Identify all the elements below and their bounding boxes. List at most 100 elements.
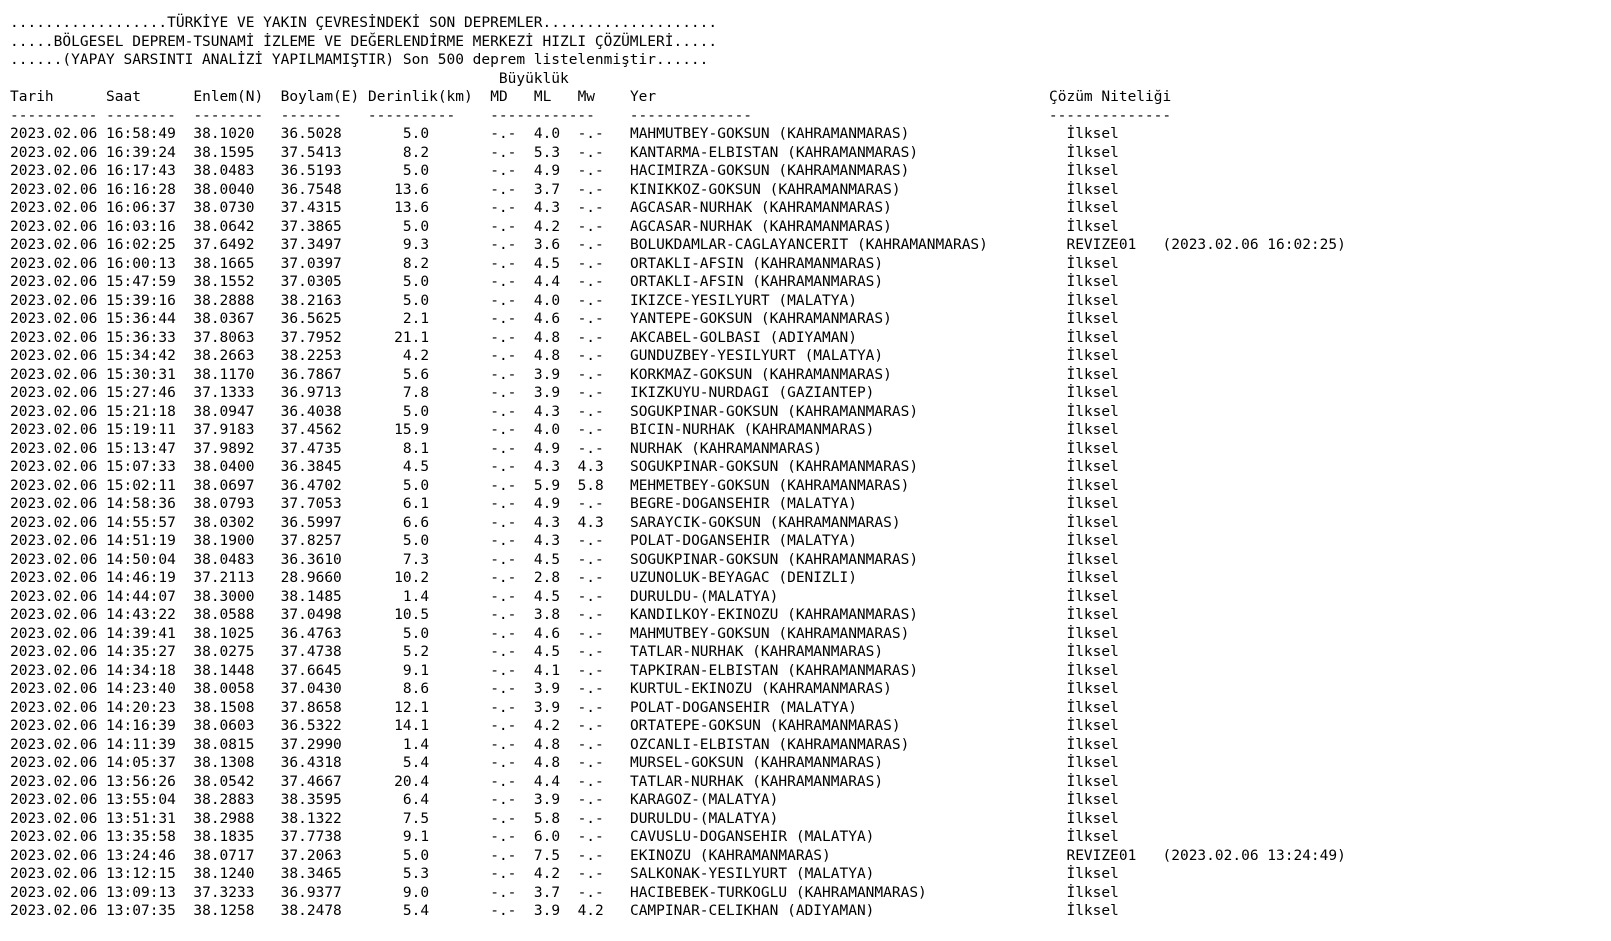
cell-md: -.- bbox=[490, 625, 517, 642]
cell-mw: -.- bbox=[577, 699, 604, 716]
col-lat-header: Enlem(N) bbox=[193, 89, 264, 105]
cell-quality: İlksel bbox=[1066, 570, 1119, 586]
cell-time: 13:12:15 bbox=[106, 866, 176, 882]
cell-longitude: 36.4763 bbox=[280, 625, 342, 642]
cell-depth: 10.2 bbox=[394, 570, 430, 586]
cell-quality: İlksel bbox=[1066, 514, 1119, 531]
cell-latitude: 38.1665 bbox=[193, 255, 255, 272]
table-row: 2023.02.06 14:50:04 38.0483 36.3610 7.3 … bbox=[10, 552, 1119, 568]
cell-time: 15:21:18 bbox=[106, 403, 176, 420]
cell-mw: -.- bbox=[577, 718, 604, 734]
cell-latitude: 38.2888 bbox=[193, 292, 255, 309]
cell-quality: İlksel bbox=[1066, 329, 1119, 346]
cell-date: 2023.02.06 bbox=[10, 440, 98, 457]
cell-time: 15:30:31 bbox=[106, 366, 176, 383]
cell-ml: 6.0 bbox=[533, 829, 561, 845]
cell-mw: -.- bbox=[577, 866, 604, 882]
cell-revision-time: (2023.02.06 13:24:49) bbox=[1162, 847, 1346, 864]
cell-quality: İlksel bbox=[1066, 533, 1119, 549]
col-date-header: Tarih bbox=[10, 89, 54, 105]
cell-date: 2023.02.06 bbox=[10, 644, 98, 660]
cell-ml: 3.9 bbox=[533, 385, 561, 401]
cell-ml: 4.5 bbox=[533, 644, 561, 660]
cell-time: 14:43:22 bbox=[106, 607, 176, 623]
cell-date: 2023.02.06 bbox=[10, 366, 98, 383]
cell-latitude: 38.2663 bbox=[193, 348, 255, 364]
cell-mw: -.- bbox=[577, 218, 604, 235]
cell-quality: İlksel bbox=[1066, 551, 1119, 568]
cell-md: -.- bbox=[490, 200, 517, 216]
cell-md: -.- bbox=[490, 810, 517, 827]
cell-latitude: 38.1020 bbox=[193, 126, 255, 142]
cell-longitude: 36.5997 bbox=[280, 514, 342, 531]
cell-ml: 5.8 bbox=[533, 810, 561, 827]
cell-latitude: 38.0483 bbox=[193, 551, 255, 568]
table-row: 2023.02.06 15:21:18 38.0947 36.4038 5.0 … bbox=[10, 404, 1119, 420]
cell-longitude: 38.3465 bbox=[280, 866, 342, 882]
cell-latitude: 38.1170 bbox=[193, 366, 255, 383]
cell-md: -.- bbox=[490, 311, 517, 327]
table-row: 2023.02.06 13:24:46 38.0717 37.2063 5.0 … bbox=[10, 848, 1346, 864]
cell-md: -.- bbox=[490, 681, 517, 697]
table-row: 2023.02.06 14:20:23 38.1508 37.8658 12.1… bbox=[10, 700, 1119, 716]
cell-quality: İlksel bbox=[1066, 588, 1119, 605]
cell-quality: İlksel bbox=[1066, 866, 1119, 882]
cell-quality: İlksel bbox=[1066, 829, 1119, 845]
cell-depth: 9.1 bbox=[402, 829, 430, 845]
cell-place: KURTUL-EKINOZU (KAHRAMANMARAS) bbox=[629, 681, 892, 697]
cell-ml: 4.3 bbox=[533, 403, 561, 420]
cell-md: -.- bbox=[490, 570, 517, 586]
cell-quality: İlksel bbox=[1066, 255, 1119, 272]
table-row: 2023.02.06 15:36:33 37.8063 37.7952 21.1… bbox=[10, 330, 1119, 346]
cell-longitude: 36.7548 bbox=[280, 181, 342, 198]
cell-depth: 9.3 bbox=[402, 237, 430, 253]
cell-quality: İlksel bbox=[1066, 662, 1119, 679]
cell-time: 15:36:33 bbox=[106, 329, 176, 346]
table-row: 2023.02.06 15:30:31 38.1170 36.7867 5.6 … bbox=[10, 367, 1119, 383]
cell-place: ORTAKLI-AFSIN (KAHRAMANMARAS) bbox=[629, 274, 884, 290]
cell-quality: İlksel bbox=[1066, 440, 1119, 457]
cell-date: 2023.02.06 bbox=[10, 274, 98, 290]
cell-md: -.- bbox=[490, 496, 517, 512]
cell-longitude: 37.6645 bbox=[280, 662, 342, 679]
cell-depth: 6.6 bbox=[402, 514, 430, 531]
cell-mw: -.- bbox=[577, 237, 604, 253]
cell-date: 2023.02.06 bbox=[10, 403, 98, 420]
table-row: 2023.02.06 13:55:04 38.2883 38.3595 6.4 … bbox=[10, 792, 1119, 808]
cell-ml: 4.4 bbox=[533, 274, 561, 290]
cell-ml: 4.3 bbox=[533, 533, 561, 549]
cell-place: TATLAR-NURHAK (KAHRAMANMARAS) bbox=[629, 644, 884, 660]
cell-date: 2023.02.06 bbox=[10, 773, 98, 790]
cell-ml: 5.3 bbox=[533, 144, 561, 161]
cell-md: -.- bbox=[490, 718, 517, 734]
cell-date: 2023.02.06 bbox=[10, 588, 98, 605]
cell-latitude: 37.9892 bbox=[193, 440, 255, 457]
table-row: 2023.02.06 14:16:39 38.0603 36.5322 14.1… bbox=[10, 718, 1119, 734]
cell-ml: 4.9 bbox=[533, 440, 561, 457]
cell-quality: İlksel bbox=[1066, 903, 1119, 919]
cell-longitude: 37.0498 bbox=[280, 607, 342, 623]
cell-mw: -.- bbox=[577, 847, 604, 864]
cell-md: -.- bbox=[490, 348, 517, 364]
cell-longitude: 36.9713 bbox=[280, 385, 342, 401]
col-depth-header: Derinlik(km) bbox=[367, 89, 473, 105]
cell-ml: 4.0 bbox=[533, 126, 561, 142]
cell-depth: 9.0 bbox=[402, 884, 430, 901]
cell-time: 16:02:25 bbox=[106, 237, 176, 253]
cell-date: 2023.02.06 bbox=[10, 625, 98, 642]
cell-md: -.- bbox=[490, 662, 517, 679]
cell-mw: -.- bbox=[577, 588, 604, 605]
cell-date: 2023.02.06 bbox=[10, 385, 98, 401]
table-row: 2023.02.06 14:46:19 37.2113 28.9660 10.2… bbox=[10, 570, 1119, 586]
cell-longitude: 36.4702 bbox=[280, 477, 342, 494]
cell-date: 2023.02.06 bbox=[10, 218, 98, 235]
cell-mw: 4.3 bbox=[577, 459, 604, 475]
table-row: 2023.02.06 16:00:13 38.1665 37.0397 8.2 … bbox=[10, 256, 1119, 272]
cell-latitude: 37.2113 bbox=[193, 570, 255, 586]
cell-depth: 5.2 bbox=[402, 644, 430, 660]
cell-time: 14:44:07 bbox=[106, 588, 176, 605]
cell-place: BOLUKDAMLAR-CAGLAYANCERIT (KAHRAMANMARAS… bbox=[629, 237, 988, 253]
col-ml-header: ML bbox=[533, 89, 552, 105]
cell-ml: 4.5 bbox=[533, 255, 561, 272]
cell-date: 2023.02.06 bbox=[10, 422, 98, 438]
